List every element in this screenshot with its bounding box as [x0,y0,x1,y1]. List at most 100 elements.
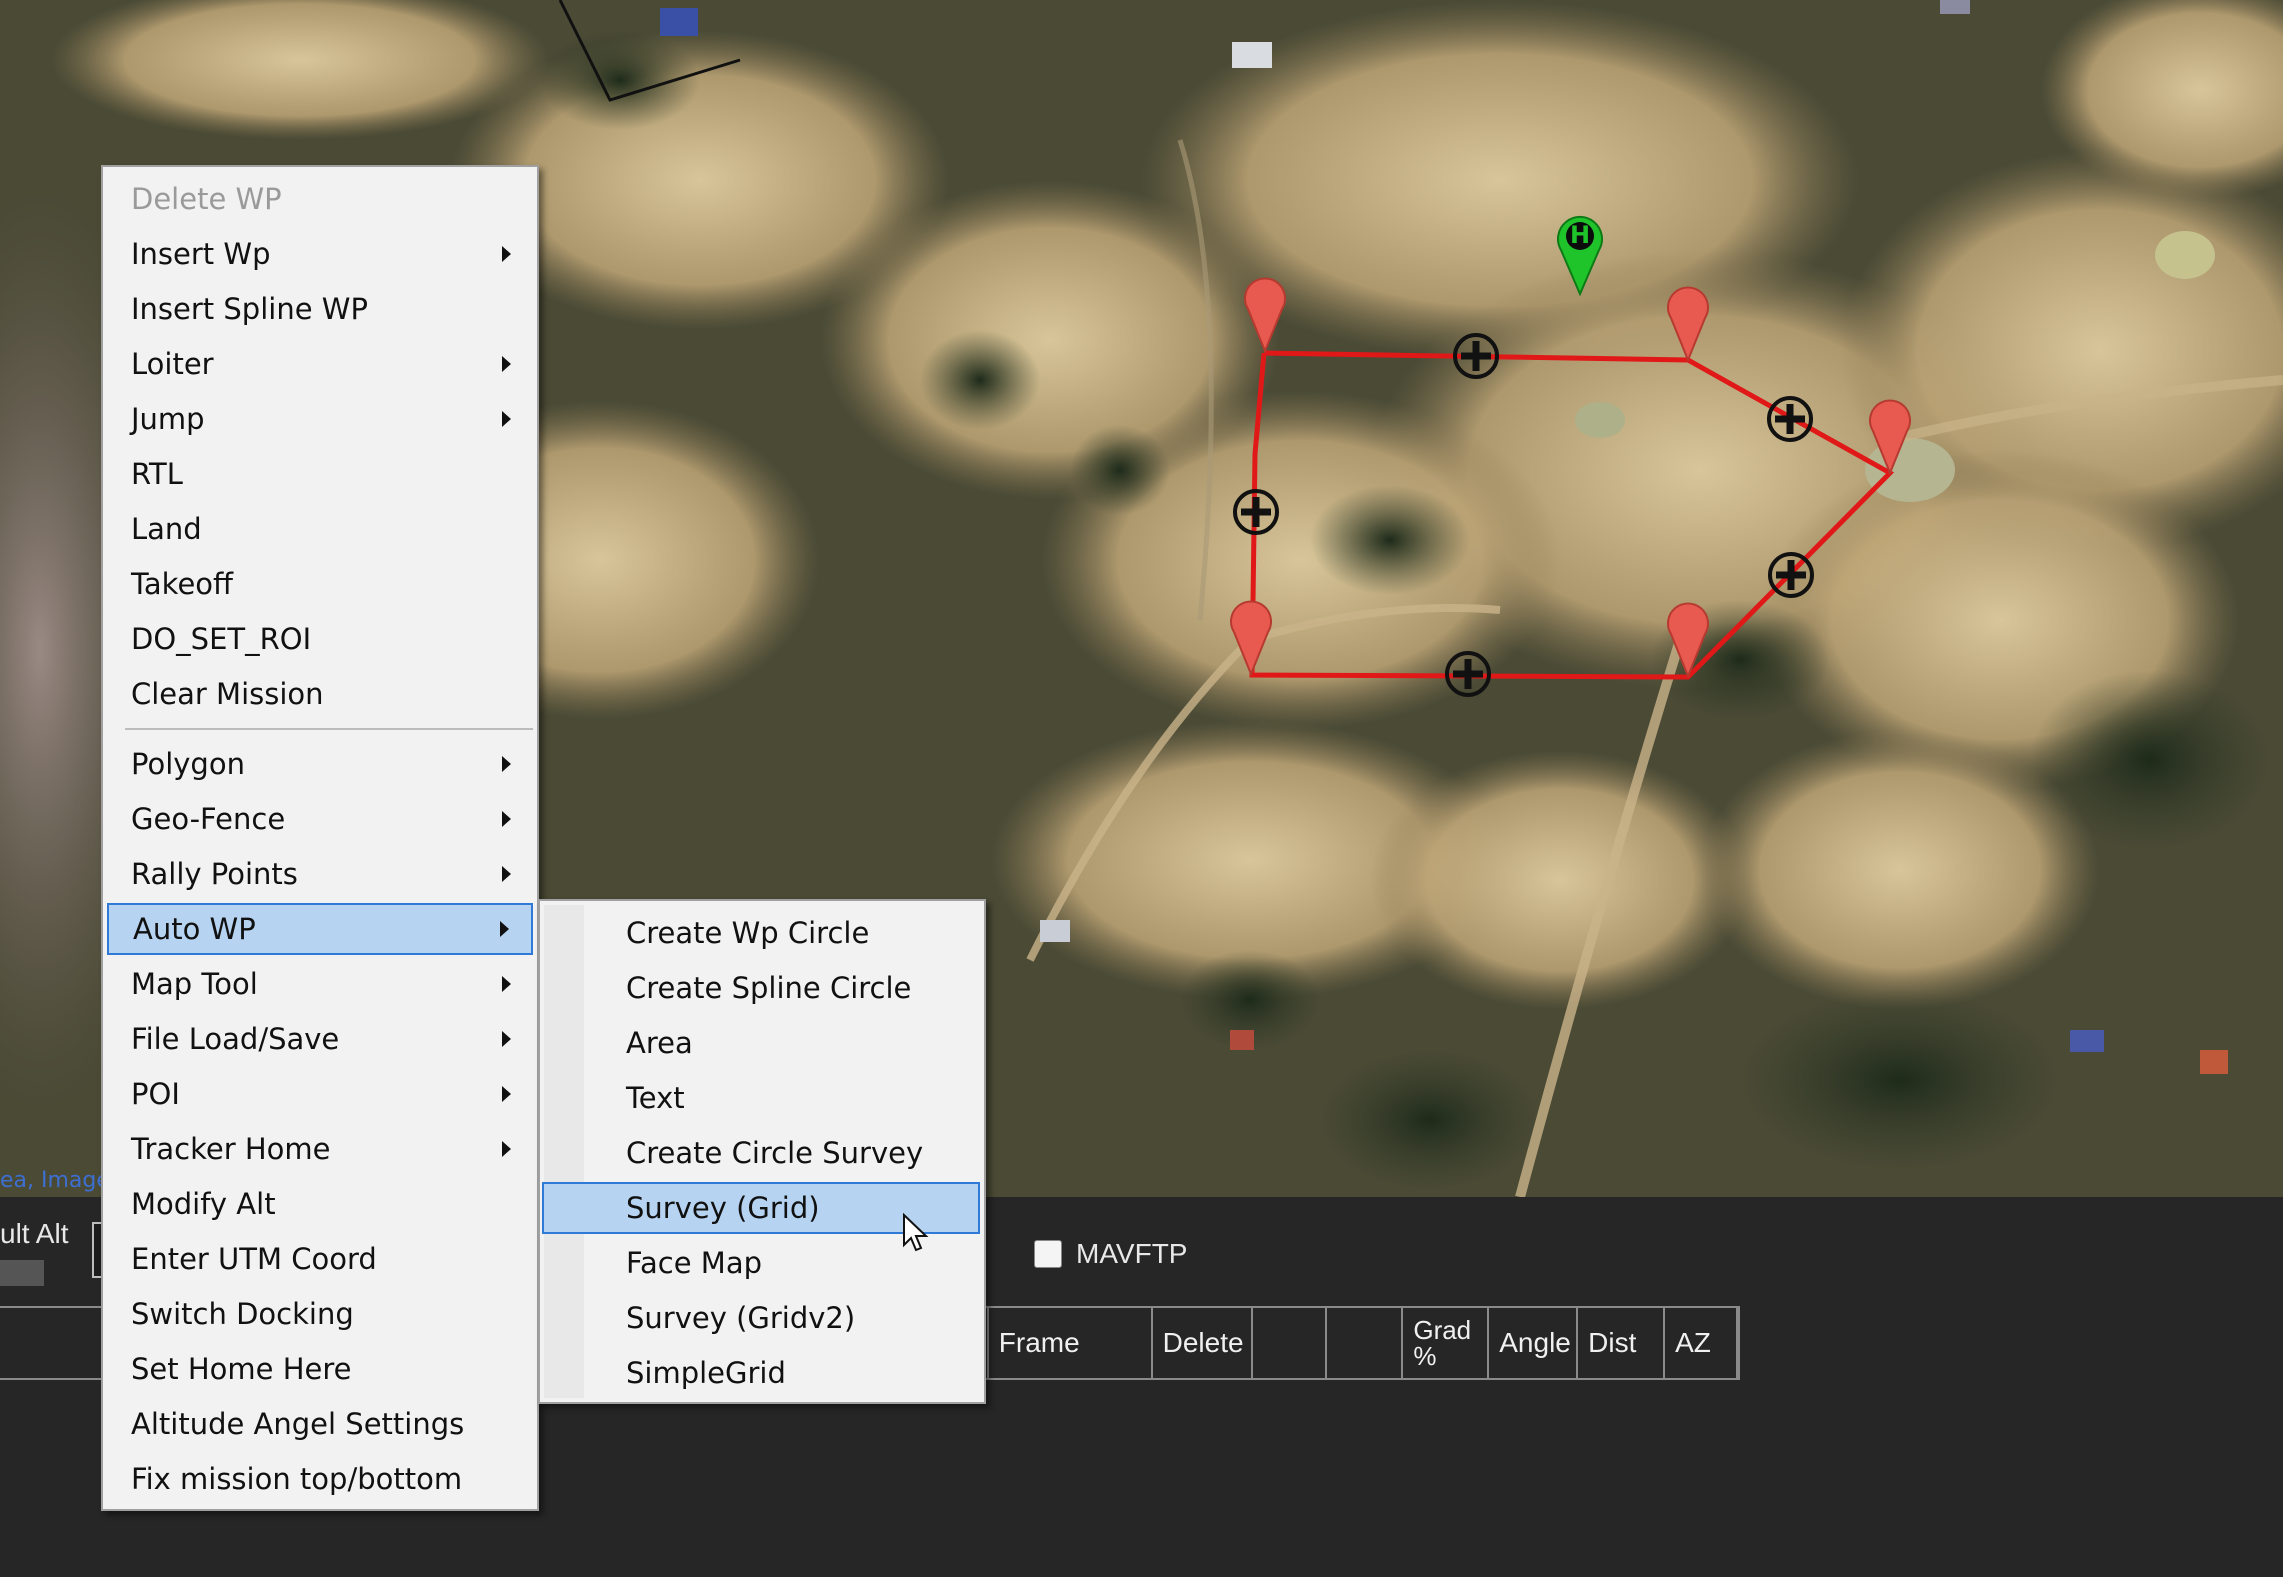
submenu-item-create-spline-circle[interactable]: Create Spline Circle [544,962,980,1014]
midpoint-add-icon[interactable] [1451,331,1501,381]
menu-item-geo-fence[interactable]: Geo-Fence [107,793,533,845]
menu-item-rtl[interactable]: RTL [107,448,533,500]
waypoint-marker-icon[interactable] [1867,395,1913,475]
mavftp-label: MAVFTP [1076,1238,1188,1269]
menu-item-set-home-here[interactable]: Set Home Here [107,1343,533,1395]
grid-header-up[interactable] [1253,1308,1328,1378]
map-attribution: ea, Image [0,1168,110,1193]
midpoint-add-icon[interactable] [1765,394,1815,444]
menu-item-label: Jump [131,402,205,436]
menu-item-loiter[interactable]: Loiter [107,338,533,390]
menu-item-altitude-angel-settings[interactable]: Altitude Angel Settings [107,1398,533,1450]
menu-item-label: Switch Docking [131,1297,354,1331]
default-alt-label: ult Alt [0,1218,69,1249]
submenu-item-label: SimpleGrid [626,1356,786,1390]
submenu-item-label: Face Map [626,1246,762,1280]
submenu-item-label: Survey (Gridv2) [626,1301,856,1335]
submenu-item-label: Create Circle Survey [626,1136,924,1170]
submenu-item-label: Create Spline Circle [626,971,912,1005]
menu-item-label: Insert Wp [131,237,271,271]
home-marker[interactable]: H [1555,212,1605,296]
menu-item-label: Takeoff [131,567,234,601]
menu-item-label: Fix mission top/bottom [131,1462,463,1496]
submenu-item-area[interactable]: Area [544,1017,980,1069]
submenu-item-create-wp-circle[interactable]: Create Wp Circle [544,907,980,959]
menu-item-insert-wp[interactable]: Insert Wp [107,228,533,280]
submenu-item-create-circle-survey[interactable]: Create Circle Survey [544,1127,980,1179]
menu-item-fix-mission-top-bottom[interactable]: Fix mission top/bottom [107,1453,533,1505]
menu-item-clear-mission[interactable]: Clear Mission [107,668,533,720]
submenu-arrow-icon [502,866,511,882]
menu-item-switch-docking[interactable]: Switch Docking [107,1288,533,1340]
submenu-arrow-icon [502,756,511,772]
mavftp-option[interactable]: MAVFTP [1034,1238,1187,1270]
submenu-item-label: Area [626,1026,693,1060]
menu-item-rally-points[interactable]: Rally Points [107,848,533,900]
submenu-item-label: Text [626,1081,685,1115]
menu-item-label: Delete WP [131,182,282,216]
menu-item-enter-utm-coord[interactable]: Enter UTM Coord [107,1233,533,1285]
menu-item-auto-wp[interactable]: Auto WP [107,903,533,955]
grid-header-az[interactable]: AZ [1665,1308,1738,1378]
submenu-item-survey-gridv2[interactable]: Survey (Gridv2) [544,1292,980,1344]
menu-item-label: POI [131,1077,180,1111]
menu-item-label: File Load/Save [131,1022,340,1056]
menu-item-takeoff[interactable]: Takeoff [107,558,533,610]
submenu-arrow-icon [502,811,511,827]
waypoint-marker-icon[interactable] [1665,598,1711,678]
submenu-arrow-icon [502,976,511,992]
menu-item-label: Altitude Angel Settings [131,1407,465,1441]
menu-item-insert-spline-wp[interactable]: Insert Spline WP [107,283,533,335]
grid-header-frame[interactable]: Frame [989,1308,1153,1378]
submenu-arrow-icon [502,1086,511,1102]
menu-item-label: Polygon [131,747,245,781]
submenu-arrow-icon [502,246,511,262]
submenu-arrow-icon [502,1141,511,1157]
menu-item-label: DO_SET_ROI [131,622,312,656]
midpoint-add-icon[interactable] [1766,550,1816,600]
submenu-item-simplegrid[interactable]: SimpleGrid [544,1347,980,1399]
home-marker-label: H [1569,221,1591,249]
menu-item-poi[interactable]: POI [107,1068,533,1120]
waypoint-marker-icon[interactable] [1242,273,1288,353]
mouse-cursor-icon [903,1213,929,1252]
submenu-arrow-icon [502,1031,511,1047]
submenu-item-text[interactable]: Text [544,1072,980,1124]
submenu-item-label: Create Wp Circle [626,916,870,950]
waypoint-marker-icon[interactable] [1228,596,1274,676]
midpoint-add-icon[interactable] [1443,649,1493,699]
menu-item-file-load-save[interactable]: File Load/Save [107,1013,533,1065]
waypoint-marker-icon[interactable] [1665,282,1711,362]
submenu-arrow-icon [500,921,509,937]
grid-header-angle[interactable]: Angle [1489,1308,1579,1378]
menu-item-label: Modify Alt [131,1187,276,1221]
menu-item-do-set-roi[interactable]: DO_SET_ROI [107,613,533,665]
menu-item-tracker-home[interactable]: Tracker Home [107,1123,533,1175]
menu-item-label: Insert Spline WP [131,292,368,326]
menu-item-label: Loiter [131,347,214,381]
menu-item-label: Geo-Fence [131,802,286,836]
grid-header-delete[interactable]: Delete [1153,1308,1253,1378]
mavftp-checkbox[interactable] [1034,1240,1062,1268]
grid-header-grad[interactable]: Grad % [1403,1308,1490,1378]
menu-item-land[interactable]: Land [107,503,533,555]
grid-header-down[interactable] [1327,1308,1404,1378]
menu-item-jump[interactable]: Jump [107,393,533,445]
submenu-arrow-icon [502,356,511,372]
auto-wp-submenu: Create Wp Circle Create Spline Circle Ar… [538,899,986,1404]
menu-item-label: Tracker Home [131,1132,331,1166]
menu-item-label: Map Tool [131,967,258,1001]
menu-item-label: Land [131,512,202,546]
grid-header-dist[interactable]: Dist [1578,1308,1666,1378]
submenu-item-label: Survey (Grid) [626,1191,820,1225]
alt-scroll-bar[interactable] [0,1260,44,1286]
menu-item-modify-alt[interactable]: Modify Alt [107,1178,533,1230]
menu-item-delete-wp[interactable]: Delete WP [107,173,533,225]
menu-item-label: Clear Mission [131,677,324,711]
menu-item-label: Enter UTM Coord [131,1242,377,1276]
menu-item-polygon[interactable]: Polygon [107,738,533,790]
menu-item-map-tool[interactable]: Map Tool [107,958,533,1010]
menu-separator [125,728,533,730]
midpoint-add-icon[interactable] [1231,487,1281,537]
menu-item-label: Rally Points [131,857,298,891]
